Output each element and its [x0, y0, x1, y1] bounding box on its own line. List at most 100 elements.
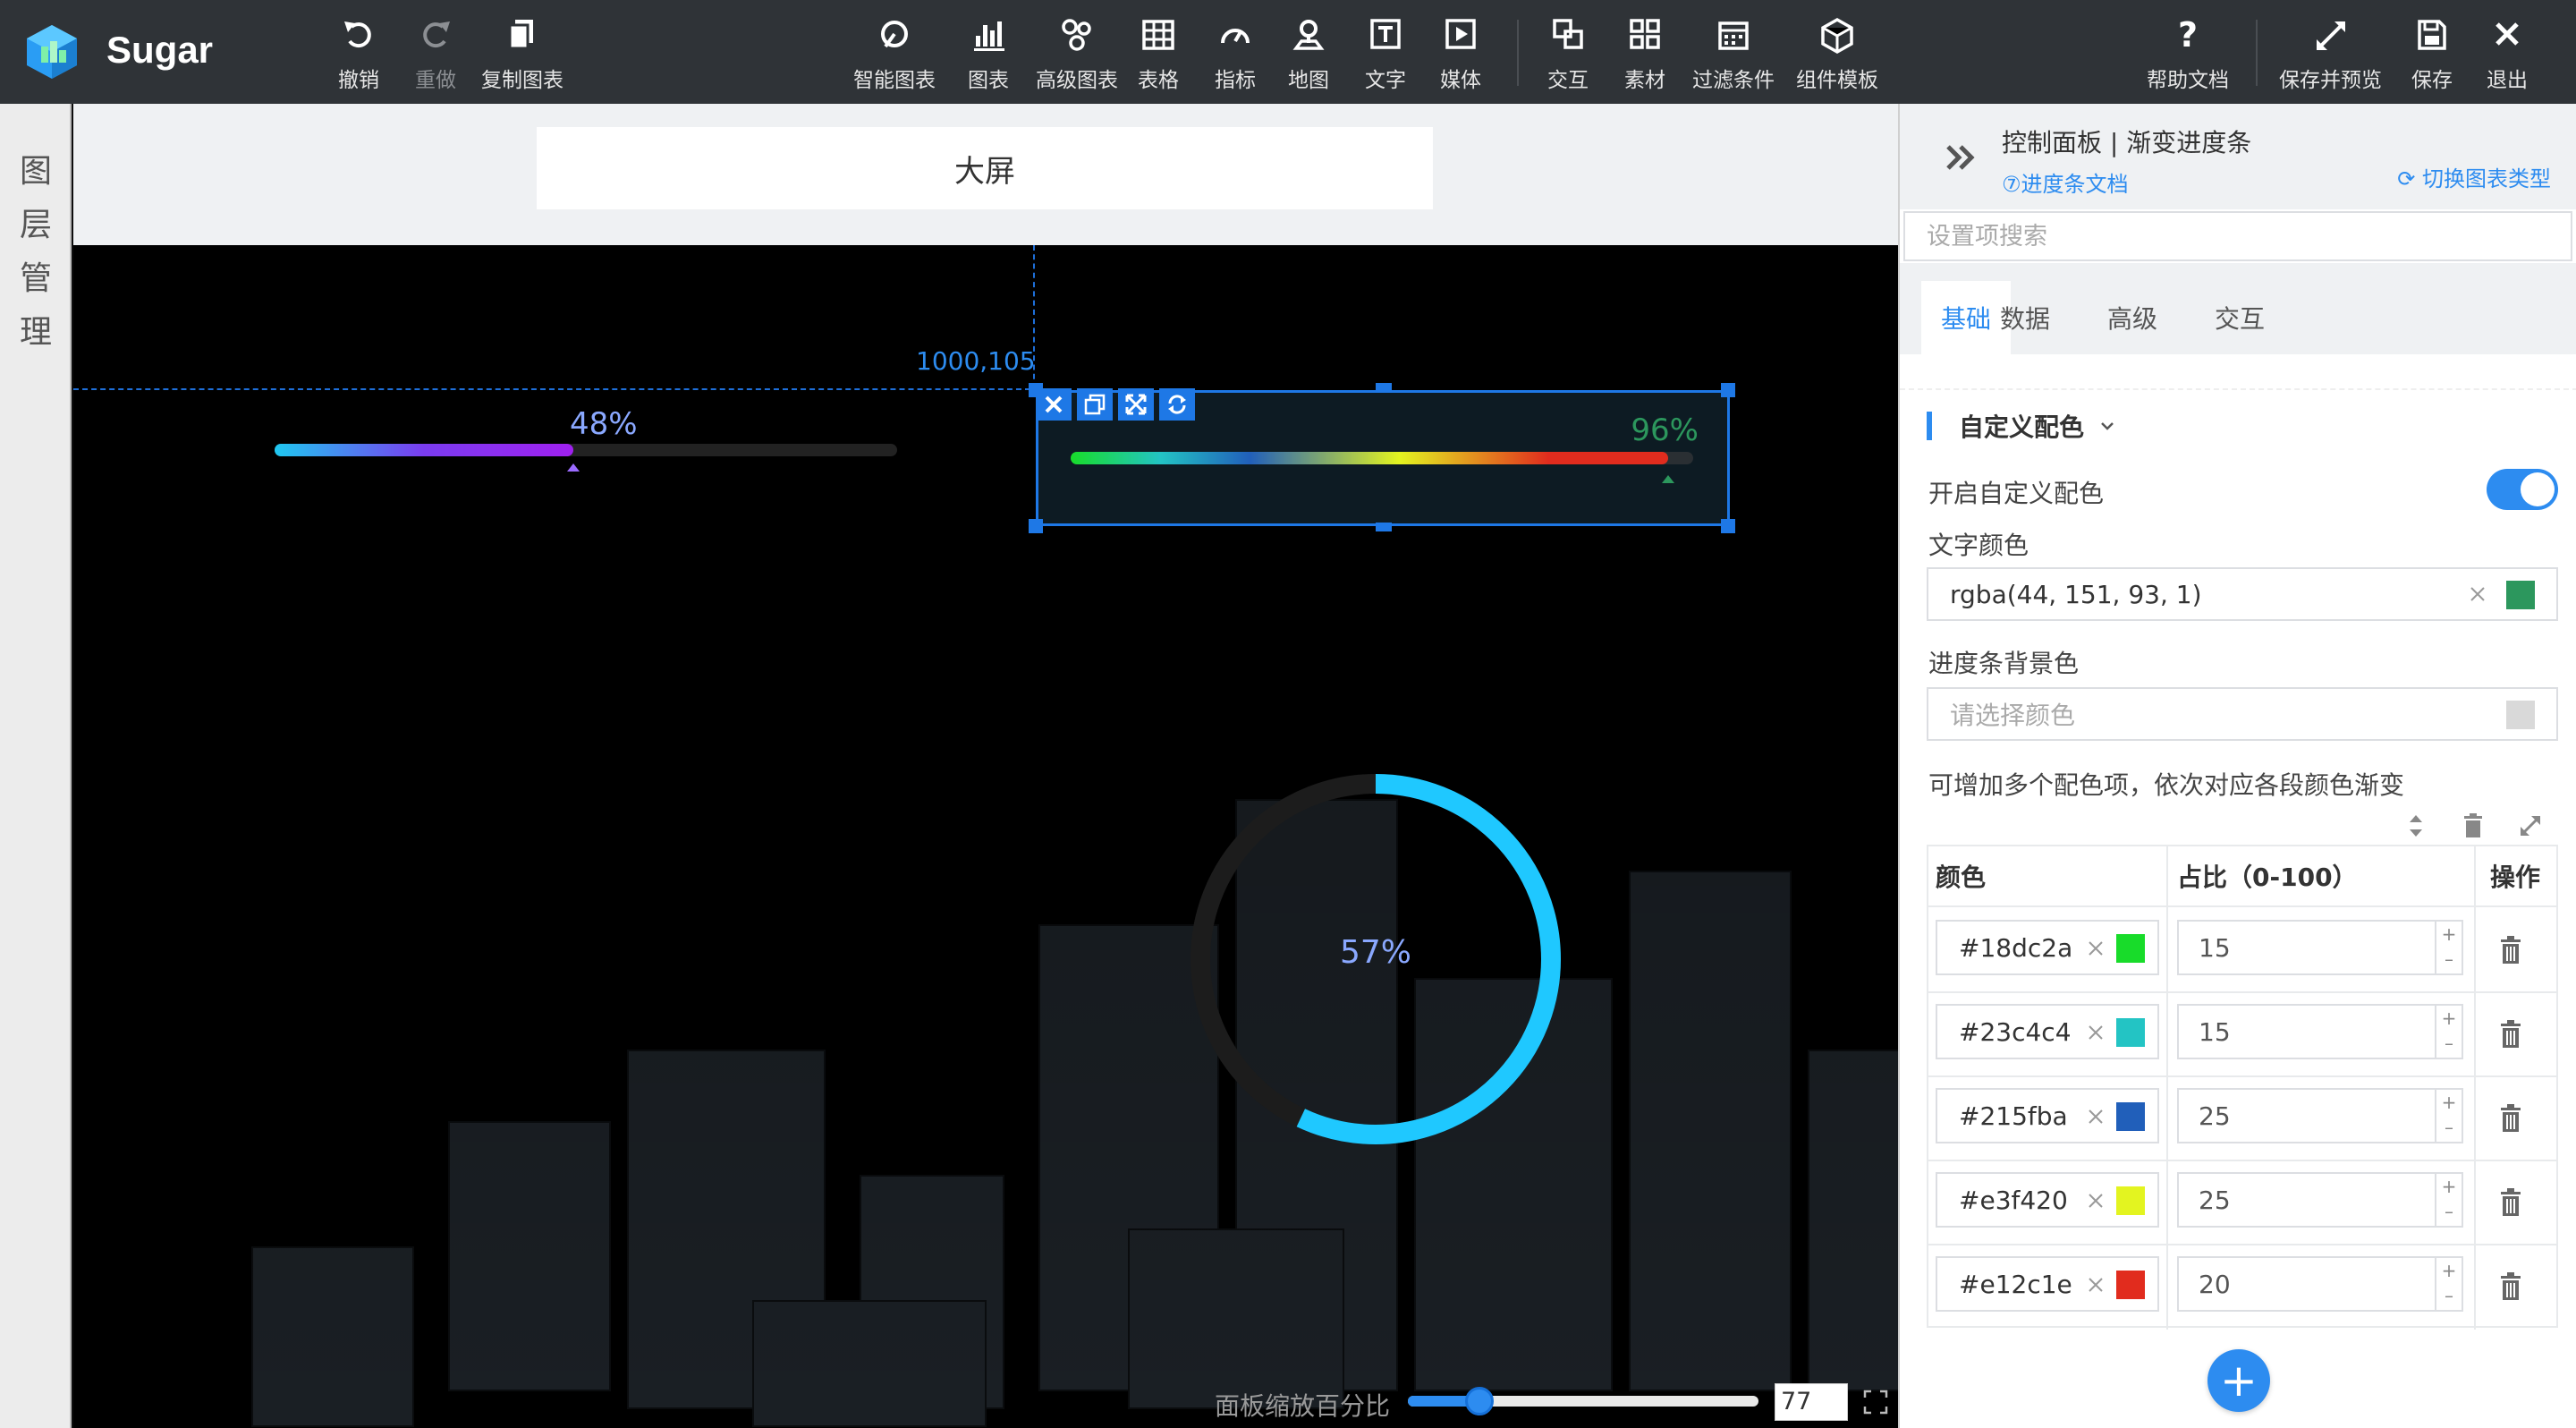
clear-icon[interactable] [2084, 1189, 2107, 1212]
sort-icon[interactable] [2401, 811, 2431, 841]
chart-button[interactable]: 图表 [968, 16, 1009, 93]
resize-handle-bottom-left[interactable] [1029, 519, 1043, 533]
tab-advanced[interactable]: 高级 [2088, 281, 2177, 354]
ratio-stepper[interactable]: + – [2435, 1258, 2462, 1310]
clear-icon[interactable] [2084, 1273, 2107, 1296]
enable-custom-color-label: 开启自定义配色 [1928, 479, 2105, 508]
resize-handle-top[interactable] [1376, 383, 1392, 392]
help-button[interactable]: ? 帮助文档 [2147, 16, 2229, 93]
resize-handle-bottom[interactable] [1376, 523, 1392, 531]
clear-icon[interactable] [2084, 937, 2107, 960]
delete-component-button[interactable] [1036, 388, 1072, 421]
color-swatch[interactable] [2116, 1271, 2145, 1299]
material-button[interactable]: 素材 [1624, 16, 1665, 93]
ratio-value: 15 [2199, 932, 2231, 963]
advanced-chart-button[interactable]: 高级图表 [1036, 16, 1118, 93]
interaction-button[interactable]: 交互 [1547, 16, 1589, 93]
gauge-icon [1221, 29, 1250, 44]
resize-handle-top-right[interactable] [1721, 383, 1735, 397]
color-value-field[interactable]: #e12c1e [1936, 1256, 2159, 1312]
tab-data[interactable]: 数据 [1980, 281, 2070, 354]
enable-custom-color-toggle[interactable] [2487, 469, 2558, 510]
ratio-stepper[interactable]: + – [2435, 922, 2462, 973]
undo-button[interactable]: 撤销 [338, 16, 379, 93]
ratio-input[interactable]: 25 + – [2177, 1088, 2463, 1143]
ratio-stepper[interactable]: + – [2435, 1174, 2462, 1226]
copy-chart-button[interactable]: 复制图表 [481, 16, 564, 93]
trash-icon[interactable] [2458, 811, 2488, 841]
ratio-stepper[interactable]: + – [2435, 1090, 2462, 1142]
ratio-input[interactable]: 15 + – [2177, 1004, 2463, 1059]
color-value-field[interactable]: #215fba [1936, 1088, 2159, 1143]
screen-title[interactable]: 大屏 [537, 127, 1433, 209]
ratio-value: 25 [2199, 1185, 2231, 1215]
text-color-field[interactable]: rgba(44, 151, 93, 1) [1927, 567, 2558, 621]
cube-icon [1821, 17, 1853, 55]
color-row: #18dc2a 15 + – [1928, 907, 2556, 991]
trash-icon[interactable] [2496, 1269, 2526, 1303]
exit-button[interactable]: 退出 [2487, 16, 2528, 93]
filter-button[interactable]: 过滤条件 [1692, 16, 1775, 93]
double-chevron-right-icon[interactable] [1941, 138, 1980, 177]
refresh-icon: ⟳ [2397, 166, 2416, 191]
save-button[interactable]: 保存 [2411, 16, 2453, 93]
fullscreen-icon[interactable] [1862, 1389, 1889, 1415]
color-swatch[interactable] [2116, 934, 2145, 963]
bar-bg-color-label: 进度条背景色 [1928, 649, 2080, 678]
text-color-swatch[interactable] [2506, 581, 2535, 609]
clear-icon[interactable] [2084, 1021, 2107, 1044]
bar-bg-color-swatch[interactable] [2506, 701, 2535, 729]
plus-icon: + [2220, 1355, 2258, 1407]
switch-chart-type-link[interactable]: ⟳ 切换图表类型 [2397, 161, 2551, 192]
color-value-field[interactable]: #18dc2a [1936, 920, 2159, 975]
zoom-slider-thumb[interactable] [1464, 1387, 1494, 1415]
bar-chart-icon [974, 21, 1004, 51]
fullscreen-component-button[interactable] [1118, 388, 1154, 421]
progress-doc-link[interactable]: ⑦进度条文档 [2002, 166, 2129, 198]
trash-icon[interactable] [2496, 932, 2526, 966]
color-swatch[interactable] [2116, 1102, 2145, 1131]
duplicate-component-button[interactable] [1077, 388, 1113, 421]
color-swatch[interactable] [2116, 1018, 2145, 1047]
indicator-label: 指标 [1215, 69, 1256, 92]
section-custom-color[interactable]: 自定义配色 [1927, 412, 2116, 442]
layer-sidebar[interactable]: 图层管理 [0, 104, 72, 1428]
table-button[interactable]: 表格 [1138, 16, 1179, 93]
color-value-field[interactable]: #e3f420 [1936, 1172, 2159, 1228]
expand-icon[interactable] [2515, 811, 2546, 841]
settings-search-input[interactable] [1903, 211, 2572, 261]
trash-icon[interactable] [2496, 1101, 2526, 1135]
color-value-field[interactable]: #23c4c4 [1936, 1004, 2159, 1059]
indicator-button[interactable]: 指标 [1215, 16, 1256, 93]
refresh-component-button[interactable] [1159, 388, 1195, 421]
clear-icon[interactable] [2465, 582, 2490, 607]
refresh-icon [1168, 395, 1186, 414]
filter-label: 过滤条件 [1692, 69, 1775, 92]
big-screen-canvas[interactable]: 1000,105 48% 96% 57% 面板缩放百分比 77 [73, 245, 1898, 1428]
add-color-button[interactable]: + [2207, 1349, 2270, 1412]
clear-icon[interactable] [2084, 1105, 2107, 1128]
zoom-label: 面板缩放百分比 [1215, 1391, 1391, 1421]
media-button[interactable]: 媒体 [1440, 16, 1481, 93]
tab-interaction[interactable]: 交互 [2195, 281, 2284, 354]
map-button[interactable]: 地图 [1288, 16, 1329, 93]
template-button[interactable]: 组件模板 [1796, 16, 1878, 93]
color-swatch[interactable] [2116, 1186, 2145, 1215]
resize-handle-bottom-right[interactable] [1721, 519, 1735, 533]
trash-icon[interactable] [2496, 1016, 2526, 1050]
media-label: 媒体 [1440, 69, 1481, 92]
ratio-input[interactable]: 15 + – [2177, 920, 2463, 975]
color-row: #e12c1e 20 + – [1928, 1244, 2556, 1328]
ratio-input[interactable]: 20 + – [2177, 1256, 2463, 1312]
zoom-value-input[interactable]: 77 [1775, 1383, 1848, 1421]
smart-chart-button[interactable]: 智能图表 [853, 16, 936, 93]
redo-button[interactable]: 重做 [415, 16, 456, 93]
ratio-stepper[interactable]: + – [2435, 1006, 2462, 1058]
trash-icon[interactable] [2496, 1185, 2526, 1219]
gradient-progress-bar-1[interactable]: 48% [275, 397, 901, 472]
color-row: #e3f420 25 + – [1928, 1160, 2556, 1244]
bar-bg-color-field[interactable]: 请选择颜色 [1927, 687, 2558, 741]
text-button[interactable]: 文字 [1365, 16, 1406, 93]
ratio-input[interactable]: 25 + – [2177, 1172, 2463, 1228]
save-preview-button[interactable]: 保存并预览 [2279, 16, 2382, 93]
